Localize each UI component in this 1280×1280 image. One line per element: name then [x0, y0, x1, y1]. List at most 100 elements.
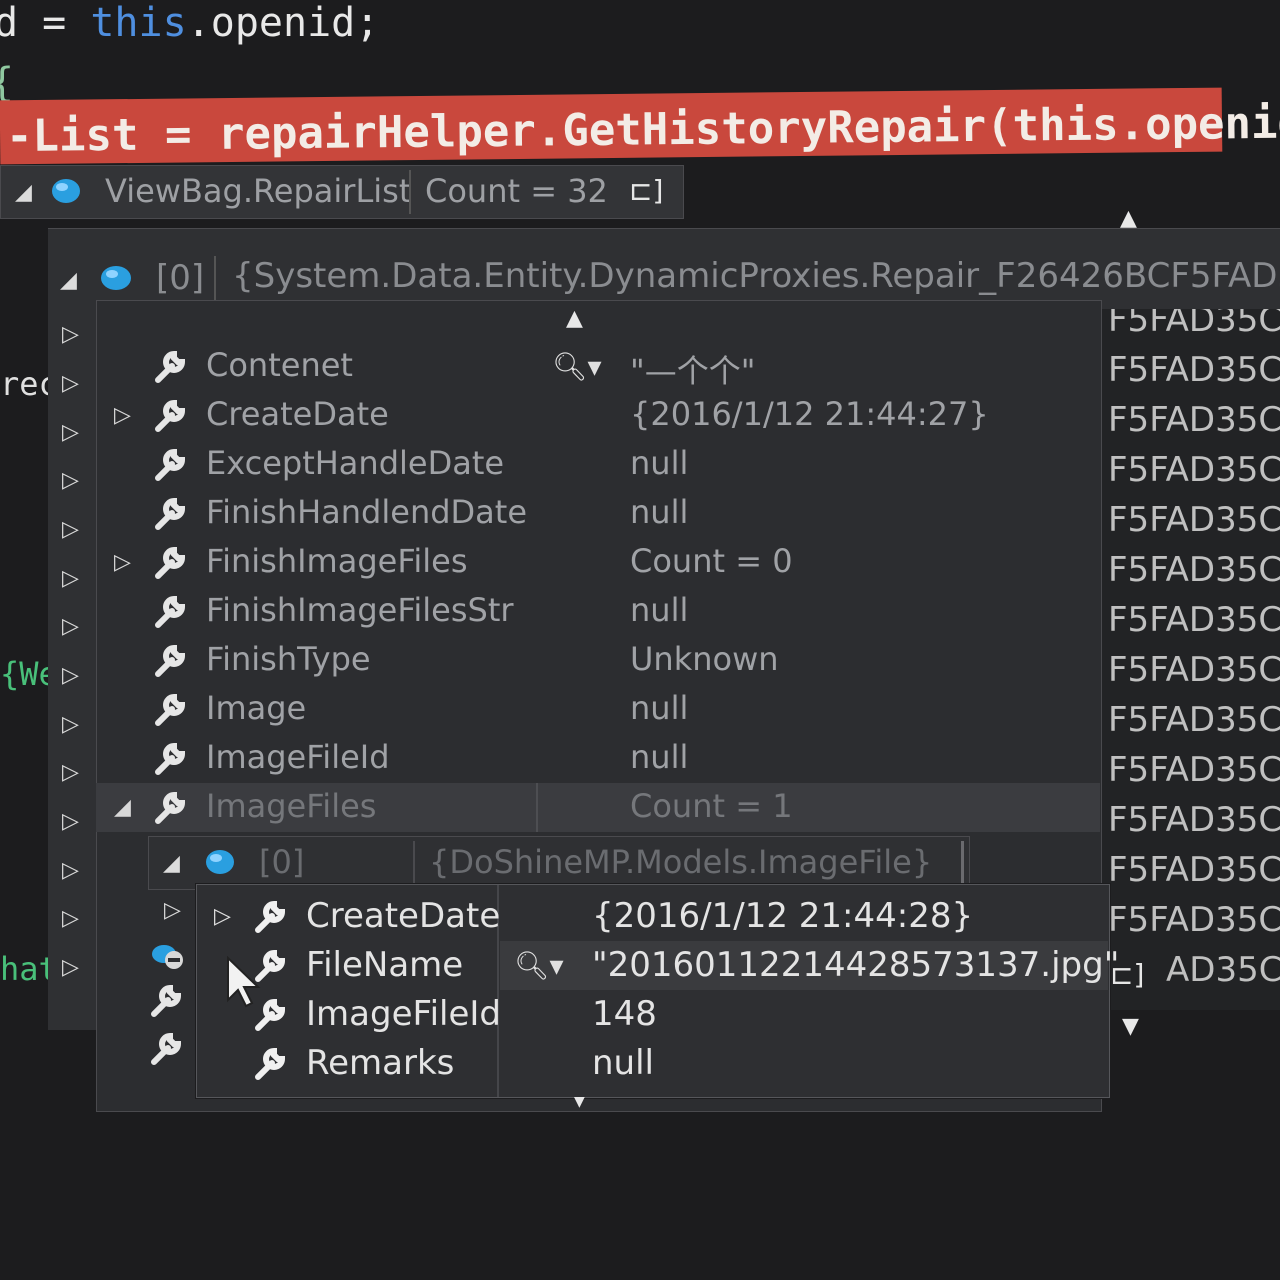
side-value: F5FAD35C	[1108, 450, 1280, 490]
property-name: FinishType	[206, 640, 371, 678]
column-divider	[409, 170, 411, 214]
expand-icon[interactable]: ▷	[62, 760, 79, 785]
wrench-icon	[155, 399, 186, 432]
property-value: "—个个"	[630, 352, 756, 390]
property-value: null	[630, 591, 689, 629]
pin-icon[interactable]: ⊏]	[1110, 958, 1144, 991]
property-name: FinishHandlendDate	[206, 493, 528, 531]
expand-icon[interactable]: ▷	[62, 858, 79, 883]
property-name: ImageFileId	[306, 994, 501, 1034]
object-icon	[101, 266, 131, 290]
wrench-icon	[151, 1032, 182, 1065]
side-value: F5FAD35C	[1108, 650, 1280, 690]
column-divider	[214, 256, 216, 300]
imagefile-property-row[interactable]: Remarks null	[196, 1039, 1108, 1088]
property-row-selected[interactable]: ◢ ImageFiles Count = 1	[96, 783, 1100, 832]
magnifier-icon[interactable]: 🔍︎▾	[552, 350, 602, 383]
imagefile-item-row[interactable]: ◢ [0] {DoShineMP.Models.ImageFile}	[148, 836, 970, 890]
scroll-up-icon[interactable]: ▲	[566, 306, 583, 331]
mouse-cursor-icon	[227, 956, 261, 1008]
property-row[interactable]: FinishHandlendDate null	[96, 489, 1100, 538]
column-divider	[413, 841, 415, 885]
collapse-icon[interactable]: ◢	[114, 795, 131, 820]
imagefile-property-row[interactable]: FileName 🔍︎▾ "20160112214428573137.jpg"	[196, 941, 1119, 990]
expand-icon[interactable]: ▷	[62, 906, 79, 931]
side-value: F5FAD35C	[1108, 750, 1280, 790]
property-name: Remarks	[306, 1043, 455, 1083]
expand-icon[interactable]: ▷	[62, 322, 79, 347]
property-row[interactable]: ImageFileId null	[96, 734, 1100, 783]
property-name: FinishImageFiles	[206, 542, 468, 580]
expand-icon[interactable]: ▷	[114, 403, 131, 428]
expand-icon[interactable]: ▷	[62, 420, 79, 445]
expand-icon[interactable]: ▷	[62, 663, 79, 688]
expander-column: ▷ ▷ ▷ ▷ ▷ ▷ ▷ ▷ ▷ ▷ ▷ ▷ ▷ ▷	[48, 300, 98, 1030]
collapse-icon[interactable]: ◢	[163, 851, 180, 876]
expand-icon[interactable]: ▷	[62, 712, 79, 737]
pin-icon[interactable]: ⊏]	[629, 174, 663, 207]
property-value: null	[630, 738, 689, 776]
object-icon	[206, 850, 234, 874]
property-row[interactable]: FinishImageFilesStr null	[96, 587, 1100, 636]
side-value: F5FAD35C	[1108, 600, 1280, 640]
side-value: AD35C	[1166, 950, 1280, 990]
expand-icon[interactable]: ▷	[114, 550, 131, 575]
expand-icon[interactable]: ▷	[62, 371, 79, 396]
expand-icon[interactable]: ▷	[62, 468, 79, 493]
magnifier-icon[interactable]: 🔍︎▾	[514, 949, 564, 982]
side-value: F5FAD35C	[1108, 400, 1280, 440]
property-name: Image	[206, 689, 307, 727]
property-value: Count = 1	[630, 787, 793, 825]
imagefile-property-row[interactable]: ▷ CreateDate {2016/1/12 21:44:28}	[196, 892, 1108, 941]
property-row[interactable]: FinishType Unknown	[96, 636, 1100, 685]
imagefile-item-name: [0]	[259, 843, 305, 881]
property-name: CreateDate	[306, 896, 501, 936]
scroll-up-icon[interactable]: ▲	[1120, 206, 1137, 231]
expand-icon[interactable]: ▷	[214, 904, 231, 929]
property-name: FileName	[306, 945, 464, 985]
property-row[interactable]: ▷ FinishImageFiles Count = 0	[96, 538, 1100, 587]
imagefile-item-value: {DoShineMP.Models.ImageFile}	[429, 843, 933, 881]
code-brace: {	[0, 60, 14, 106]
collapse-icon[interactable]: ◢	[60, 268, 77, 293]
code-line-openid: d = this.openid;	[0, 0, 380, 46]
wrench-icon	[155, 350, 186, 383]
scroll-down-icon[interactable]: ▼	[1122, 1014, 1139, 1039]
property-value: null	[592, 1043, 654, 1083]
property-name: FinishImageFilesStr	[206, 591, 514, 629]
expand-icon[interactable]: ▷	[164, 898, 181, 923]
side-value-column: F5FAD35C F5FAD35C F5FAD35C F5FAD35C F5FA…	[1100, 300, 1280, 1010]
imagefile-property-row[interactable]: ImageFileId 148	[196, 990, 1108, 1039]
expand-icon[interactable]: ▷	[62, 566, 79, 591]
property-value: null	[630, 444, 689, 482]
breakpoint-glyph-icon	[152, 945, 183, 969]
property-row[interactable]: Image null	[96, 685, 1100, 734]
expand-icon[interactable]: ▷	[62, 614, 79, 639]
property-name: CreateDate	[206, 395, 389, 433]
property-row[interactable]: ExceptHandleDate null	[96, 440, 1100, 489]
wrench-icon	[255, 1047, 286, 1080]
wrench-icon	[155, 742, 186, 775]
wrench-icon	[151, 984, 182, 1017]
datatip-root[interactable]: ◢ ViewBag.RepairList Count = 32 ⊏]	[0, 165, 684, 219]
property-value: {2016/1/12 21:44:28}	[592, 896, 974, 936]
expand-icon[interactable]: ▷	[62, 517, 79, 542]
side-value: F5FAD35C	[1108, 500, 1280, 540]
expand-icon[interactable]: ▷	[62, 809, 79, 834]
property-name: Contenet	[206, 346, 353, 384]
scroll-down-icon[interactable]: ▼	[574, 1094, 585, 1110]
expand-icon[interactable]: ▷	[62, 955, 79, 980]
object-icon	[52, 179, 80, 203]
collapse-icon[interactable]: ◢	[15, 180, 32, 205]
property-name: ImageFiles	[206, 787, 377, 825]
property-value: {2016/1/12 21:44:27}	[630, 395, 989, 433]
property-value: 148	[592, 994, 657, 1034]
side-value: F5FAD35C	[1108, 800, 1280, 840]
wrench-icon	[155, 693, 186, 726]
property-row[interactable]: ▷ CreateDate {2016/1/12 21:44:27}	[96, 391, 1100, 440]
item0-value: {System.Data.Entity.DynamicProxies.Repai…	[232, 256, 1280, 296]
side-value: F5FAD35C	[1108, 900, 1280, 940]
property-row[interactable]: Contenet 🔍︎▾ "—个个"	[96, 342, 1100, 391]
side-value: F5FAD35C	[1108, 550, 1280, 590]
property-value: Unknown	[630, 640, 779, 678]
